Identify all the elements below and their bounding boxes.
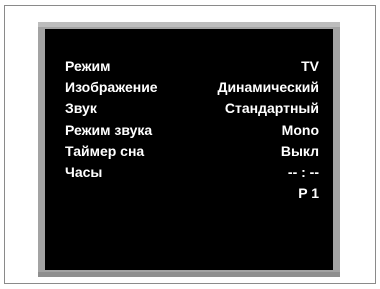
menu-row-sound-mode[interactable]: Режим звука Mono xyxy=(65,120,319,141)
channel-indicator: P 1 xyxy=(298,185,319,202)
menu-label-clock: Часы xyxy=(65,163,103,180)
menu-row-mode[interactable]: Режим TV xyxy=(65,56,319,77)
menu-label-sound: Звук xyxy=(65,100,97,117)
menu-row-picture[interactable]: Изображение Динамический xyxy=(65,77,319,98)
menu-row-sound[interactable]: Звук Стандартный xyxy=(65,98,319,119)
menu-value-picture: Динамический xyxy=(217,79,319,96)
menu-label-mode: Режим xyxy=(65,58,111,74)
osd-menu: Режим TV Изображение Динамический Звук С… xyxy=(65,56,319,204)
menu-value-sound: Стандартный xyxy=(224,100,319,117)
menu-value-sleep-timer: Выкл xyxy=(280,142,319,159)
menu-label-picture: Изображение xyxy=(65,79,158,96)
channel-row: P 1 xyxy=(65,183,319,204)
menu-row-sleep-timer[interactable]: Таймер сна Выкл xyxy=(65,141,319,162)
menu-label-sleep-timer: Таймер сна xyxy=(65,142,145,159)
menu-value-clock: -- : -- xyxy=(287,163,319,180)
menu-value-sound-mode: Mono xyxy=(281,121,319,138)
menu-row-clock[interactable]: Часы -- : -- xyxy=(65,162,319,183)
menu-label-sound-mode: Режим звука xyxy=(65,121,153,138)
menu-value-mode: TV xyxy=(301,58,319,74)
